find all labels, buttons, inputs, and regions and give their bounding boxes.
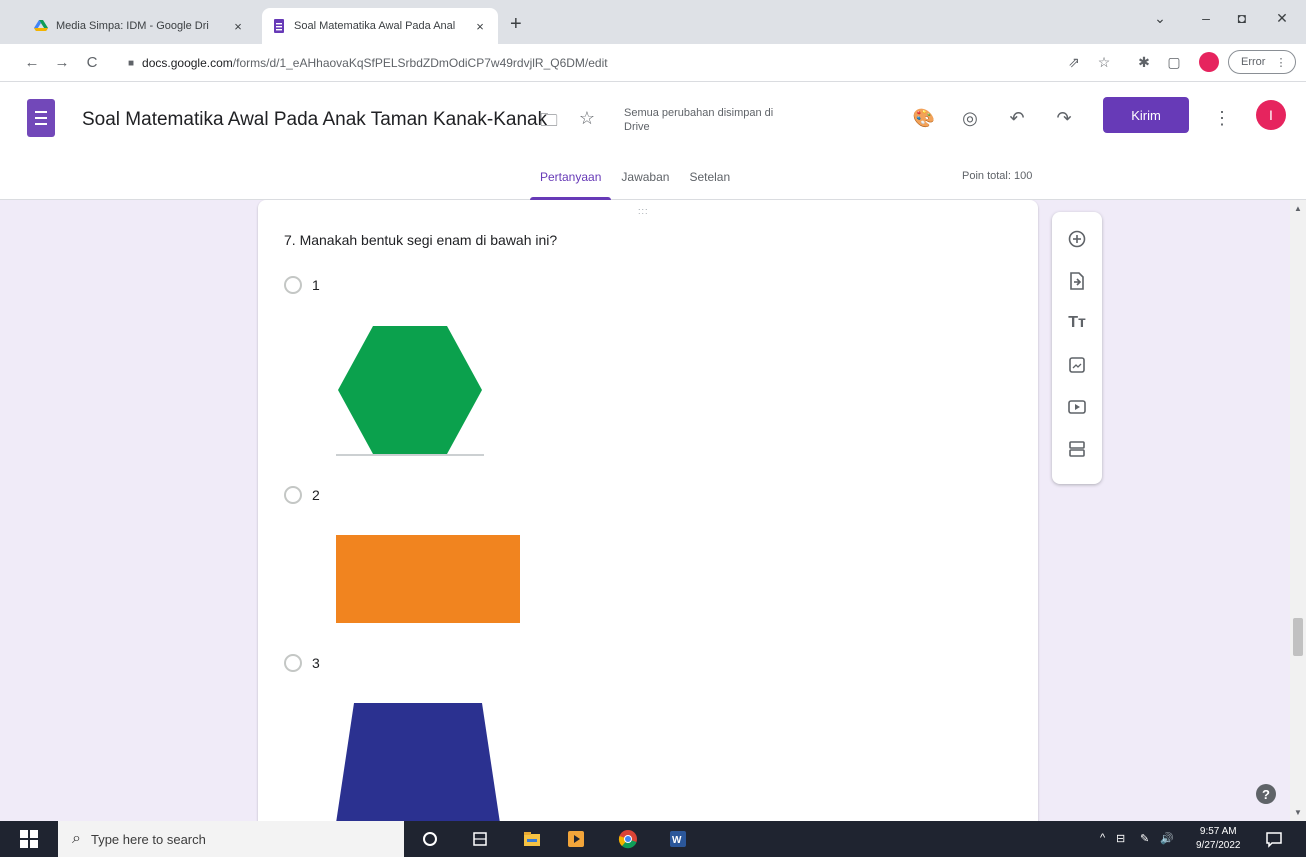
- cortana-icon[interactable]: [420, 829, 440, 849]
- form-editor: ::: 7. Manakah bentuk segi enam di bawah…: [0, 200, 1306, 821]
- drag-handle-icon[interactable]: :::: [638, 206, 649, 216]
- bookmark-star-icon[interactable]: ☆: [1094, 54, 1114, 71]
- windows-taskbar: ⌕ Type here to search W ^ ⊟ ✎ 🔊 9:57 AM …: [0, 821, 1306, 857]
- forward-button[interactable]: →: [52, 54, 72, 71]
- option-label: 1: [312, 277, 320, 293]
- page-scrollbar[interactable]: ▲ ▼: [1290, 200, 1306, 821]
- radio-button[interactable]: [284, 276, 302, 294]
- word-icon[interactable]: W: [668, 829, 688, 849]
- redo-icon[interactable]: ↷: [1052, 108, 1076, 129]
- taskbar-search[interactable]: ⌕ Type here to search: [58, 821, 404, 857]
- browser-tab-drive[interactable]: Media Simpa: IDM - Google Dri ×: [24, 8, 256, 44]
- form-title[interactable]: Soal Matematika Awal Pada Anak Taman Kan…: [82, 109, 547, 131]
- option-3-image-trapezoid[interactable]: [336, 703, 500, 821]
- question-title[interactable]: 7. Manakah bentuk segi enam di bawah ini…: [284, 232, 557, 248]
- reload-button[interactable]: C: [82, 54, 102, 71]
- tab-close-icon[interactable]: ×: [472, 19, 488, 34]
- add-video-icon[interactable]: [1066, 396, 1088, 418]
- clock-time: 9:57 AM: [1199, 826, 1237, 837]
- search-placeholder: Type here to search: [90, 831, 206, 847]
- new-tab-button[interactable]: +: [510, 14, 522, 34]
- save-status: Semua perubahan disimpan di Drive: [624, 107, 774, 133]
- add-title-icon[interactable]: Tт: [1066, 312, 1088, 334]
- network-icon[interactable]: ⊟: [1116, 832, 1125, 845]
- url-path: /forms/d/1_eAHhaovaKqSfPELSrbdZDmOdiCP7w…: [232, 56, 608, 70]
- help-icon[interactable]: ?: [1256, 784, 1276, 804]
- add-question-icon[interactable]: [1066, 228, 1088, 250]
- tab-settings[interactable]: Setelan: [679, 164, 740, 200]
- forms-header: Soal Matematika Awal Pada Anak Taman Kan…: [0, 82, 1306, 200]
- volume-icon[interactable]: 🔊: [1160, 832, 1174, 845]
- undo-icon[interactable]: ↶: [1005, 108, 1029, 129]
- browser-tab-forms[interactable]: Soal Matematika Awal Pada Anal ×: [262, 8, 498, 44]
- google-forms-logo-icon[interactable]: [27, 99, 55, 137]
- option-label: 2: [312, 487, 320, 503]
- tab-title: Media Simpa: IDM - Google Dri: [56, 20, 209, 32]
- error-button[interactable]: Error ⋮: [1228, 50, 1296, 74]
- import-questions-icon[interactable]: [1066, 270, 1088, 292]
- tab-questions[interactable]: Pertanyaan: [530, 164, 612, 200]
- form-tabs: Pertanyaan Jawaban Setelan: [530, 164, 740, 200]
- chrome-icon[interactable]: [618, 829, 638, 849]
- url-domain: docs.google.com: [142, 56, 233, 70]
- google-drive-icon: [34, 20, 48, 31]
- scroll-down-icon[interactable]: ▼: [1294, 808, 1302, 817]
- error-label: Error: [1241, 56, 1266, 68]
- minimize-button[interactable]: –: [1196, 10, 1216, 26]
- extensions-icon[interactable]: ✱: [1134, 54, 1154, 71]
- add-section-icon[interactable]: [1066, 438, 1088, 460]
- radio-button[interactable]: [284, 486, 302, 504]
- google-forms-icon: [274, 19, 284, 33]
- radio-button[interactable]: [284, 654, 302, 672]
- lock-icon: ■: [128, 57, 135, 69]
- total-points: Poin total: 100: [962, 170, 1033, 182]
- floating-toolbar: Tт: [1052, 212, 1102, 484]
- restore-button[interactable]: ◘: [1232, 10, 1252, 26]
- taskbar-clock[interactable]: 9:57 AM 9/27/2022: [1196, 825, 1241, 853]
- windows-start-icon[interactable]: [20, 830, 38, 848]
- question-card[interactable]: ::: 7. Manakah bentuk segi enam di bawah…: [258, 200, 1038, 821]
- tab-title: Soal Matematika Awal Pada Anal: [294, 20, 456, 32]
- tab-search-icon[interactable]: ⌄: [1150, 10, 1170, 27]
- notifications-icon[interactable]: [1264, 829, 1284, 849]
- option-3[interactable]: 3: [284, 654, 320, 672]
- search-icon: ⌕: [72, 830, 81, 847]
- folder-icon[interactable]: 🗀: [537, 108, 561, 138]
- tab-responses[interactable]: Jawaban: [611, 164, 679, 200]
- browser-tabstrip: Media Simpa: IDM - Google Dri × Soal Mat…: [0, 0, 1306, 44]
- scroll-up-icon[interactable]: ▲: [1294, 204, 1302, 213]
- back-button[interactable]: ←: [22, 54, 42, 71]
- svg-text:W: W: [672, 835, 682, 846]
- side-panel-icon[interactable]: ▢: [1164, 54, 1184, 71]
- scroll-thumb[interactable]: [1293, 618, 1303, 656]
- avatar[interactable]: I: [1256, 100, 1286, 130]
- clock-date: 9/27/2022: [1196, 840, 1241, 851]
- option-1-image-hexagon[interactable]: [336, 324, 484, 456]
- media-player-icon[interactable]: [566, 829, 586, 849]
- option-2-image-rectangle[interactable]: [336, 535, 520, 623]
- option-1[interactable]: 1: [284, 276, 320, 294]
- file-explorer-icon[interactable]: [522, 829, 542, 849]
- browser-toolbar: ← → C ■ docs.google.com /forms/d/1_eAHha…: [0, 44, 1306, 82]
- tab-close-icon[interactable]: ×: [230, 19, 246, 34]
- pen-icon[interactable]: ✎: [1140, 832, 1149, 845]
- more-icon: ⋮: [1275, 56, 1287, 69]
- star-icon[interactable]: ☆: [575, 108, 599, 129]
- tray-overflow-icon[interactable]: ^: [1100, 832, 1105, 844]
- share-icon[interactable]: ⇗: [1064, 54, 1084, 71]
- browser-profile-avatar[interactable]: [1199, 52, 1219, 72]
- close-window-button[interactable]: ✕: [1272, 10, 1292, 27]
- send-button[interactable]: Kirim: [1103, 97, 1189, 133]
- task-view-icon[interactable]: [470, 829, 490, 849]
- add-image-icon[interactable]: [1066, 354, 1088, 376]
- preview-eye-icon[interactable]: ◎: [958, 108, 982, 129]
- option-label: 3: [312, 655, 320, 671]
- palette-icon[interactable]: 🎨: [912, 108, 936, 129]
- address-bar[interactable]: ■ docs.google.com /forms/d/1_eAHhaovaKqS…: [118, 49, 1058, 77]
- option-2[interactable]: 2: [284, 486, 320, 504]
- more-options-icon[interactable]: ⋮: [1210, 108, 1234, 129]
